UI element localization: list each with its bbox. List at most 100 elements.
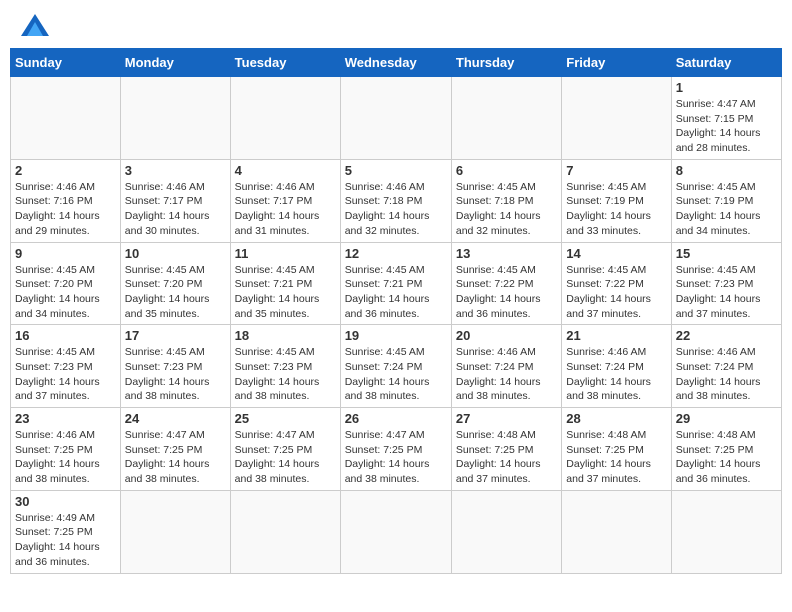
day-number: 24: [125, 411, 226, 426]
calendar-cell: [230, 77, 340, 160]
week-row-4: 16 Sunrise: 4:45 AM Sunset: 7:23 PM Dayli…: [11, 325, 782, 408]
week-row-3: 9Sunrise: 4:45 AM Sunset: 7:20 PM Daylig…: [11, 242, 782, 325]
page: SundayMondayTuesdayWednesdayThursdayFrid…: [0, 0, 792, 584]
day-number: 28: [566, 411, 666, 426]
day-number: 22: [676, 328, 777, 343]
calendar-cell: 24 Sunrise: 4:47 AM Sunset: 7:25 PM Dayli…: [120, 408, 230, 491]
day-number: 4: [235, 163, 336, 178]
calendar-cell: 13 Sunrise: 4:45 AM Sunset: 7:22 PM Dayli…: [451, 242, 561, 325]
day-info: Sunrise: 4:45 AM Sunset: 7:23 PM Dayligh…: [235, 345, 336, 404]
day-info: Sunrise: 4:49 AM Sunset: 7:25 PM Dayligh…: [15, 511, 116, 570]
calendar-cell: 22 Sunrise: 4:46 AM Sunset: 7:24 PM Dayli…: [671, 325, 781, 408]
day-number: 2: [15, 163, 116, 178]
day-number: 23: [15, 411, 116, 426]
day-info: Sunrise: 4:46 AM Sunset: 7:24 PM Dayligh…: [566, 345, 666, 404]
day-number: 25: [235, 411, 336, 426]
weekday-sunday: Sunday: [11, 49, 121, 77]
day-number: 18: [235, 328, 336, 343]
calendar-cell: 17Sunrise: 4:45 AM Sunset: 7:23 PM Dayli…: [120, 325, 230, 408]
day-info: Sunrise: 4:46 AM Sunset: 7:16 PM Dayligh…: [15, 180, 116, 239]
weekday-saturday: Saturday: [671, 49, 781, 77]
calendar-cell: 28Sunrise: 4:48 AM Sunset: 7:25 PM Dayli…: [562, 408, 671, 491]
day-info: Sunrise: 4:46 AM Sunset: 7:17 PM Dayligh…: [235, 180, 336, 239]
day-info: Sunrise: 4:46 AM Sunset: 7:25 PM Dayligh…: [15, 428, 116, 487]
week-row-5: 23 Sunrise: 4:46 AM Sunset: 7:25 PM Dayli…: [11, 408, 782, 491]
calendar-cell: 10 Sunrise: 4:45 AM Sunset: 7:20 PM Dayli…: [120, 242, 230, 325]
calendar-cell: 16 Sunrise: 4:45 AM Sunset: 7:23 PM Dayli…: [11, 325, 121, 408]
day-number: 20: [456, 328, 557, 343]
calendar-cell: 27 Sunrise: 4:48 AM Sunset: 7:25 PM Dayli…: [451, 408, 561, 491]
day-number: 11: [235, 246, 336, 261]
calendar-cell: 30 Sunrise: 4:49 AM Sunset: 7:25 PM Dayli…: [11, 490, 121, 573]
day-info: Sunrise: 4:48 AM Sunset: 7:25 PM Dayligh…: [676, 428, 777, 487]
week-row-1: 1 Sunrise: 4:47 AM Sunset: 7:15 PM Daylig…: [11, 77, 782, 160]
week-row-6: 30 Sunrise: 4:49 AM Sunset: 7:25 PM Dayli…: [11, 490, 782, 573]
day-number: 26: [345, 411, 447, 426]
day-info: Sunrise: 4:45 AM Sunset: 7:18 PM Dayligh…: [456, 180, 557, 239]
day-number: 5: [345, 163, 447, 178]
calendar-cell: [340, 77, 451, 160]
day-number: 27: [456, 411, 557, 426]
calendar-cell: 14Sunrise: 4:45 AM Sunset: 7:22 PM Dayli…: [562, 242, 671, 325]
day-info: Sunrise: 4:47 AM Sunset: 7:25 PM Dayligh…: [345, 428, 447, 487]
day-info: Sunrise: 4:47 AM Sunset: 7:15 PM Dayligh…: [676, 97, 777, 156]
calendar-cell: 8Sunrise: 4:45 AM Sunset: 7:19 PM Daylig…: [671, 159, 781, 242]
week-row-2: 2 Sunrise: 4:46 AM Sunset: 7:16 PM Daylig…: [11, 159, 782, 242]
day-number: 6: [456, 163, 557, 178]
day-info: Sunrise: 4:45 AM Sunset: 7:21 PM Dayligh…: [235, 263, 336, 322]
day-number: 19: [345, 328, 447, 343]
calendar-cell: 6 Sunrise: 4:45 AM Sunset: 7:18 PM Daylig…: [451, 159, 561, 242]
day-info: Sunrise: 4:46 AM Sunset: 7:24 PM Dayligh…: [676, 345, 777, 404]
calendar-table: SundayMondayTuesdayWednesdayThursdayFrid…: [10, 48, 782, 574]
day-number: 30: [15, 494, 116, 509]
day-info: Sunrise: 4:47 AM Sunset: 7:25 PM Dayligh…: [125, 428, 226, 487]
calendar-cell: 19Sunrise: 4:45 AM Sunset: 7:24 PM Dayli…: [340, 325, 451, 408]
day-number: 7: [566, 163, 666, 178]
weekday-wednesday: Wednesday: [340, 49, 451, 77]
calendar-cell: 3Sunrise: 4:46 AM Sunset: 7:17 PM Daylig…: [120, 159, 230, 242]
calendar-cell: 7Sunrise: 4:45 AM Sunset: 7:19 PM Daylig…: [562, 159, 671, 242]
calendar-cell: [451, 77, 561, 160]
day-info: Sunrise: 4:45 AM Sunset: 7:23 PM Dayligh…: [15, 345, 116, 404]
day-number: 29: [676, 411, 777, 426]
day-number: 8: [676, 163, 777, 178]
calendar-cell: 26 Sunrise: 4:47 AM Sunset: 7:25 PM Dayli…: [340, 408, 451, 491]
weekday-monday: Monday: [120, 49, 230, 77]
calendar-cell: 23 Sunrise: 4:46 AM Sunset: 7:25 PM Dayli…: [11, 408, 121, 491]
calendar-cell: 20 Sunrise: 4:46 AM Sunset: 7:24 PM Dayli…: [451, 325, 561, 408]
calendar-cell: 5 Sunrise: 4:46 AM Sunset: 7:18 PM Daylig…: [340, 159, 451, 242]
day-info: Sunrise: 4:46 AM Sunset: 7:24 PM Dayligh…: [456, 345, 557, 404]
day-info: Sunrise: 4:46 AM Sunset: 7:18 PM Dayligh…: [345, 180, 447, 239]
day-number: 13: [456, 246, 557, 261]
day-info: Sunrise: 4:48 AM Sunset: 7:25 PM Dayligh…: [456, 428, 557, 487]
weekday-tuesday: Tuesday: [230, 49, 340, 77]
logo: [18, 14, 49, 36]
weekday-header-row: SundayMondayTuesdayWednesdayThursdayFrid…: [11, 49, 782, 77]
calendar-cell: 11 Sunrise: 4:45 AM Sunset: 7:21 PM Dayli…: [230, 242, 340, 325]
day-info: Sunrise: 4:46 AM Sunset: 7:17 PM Dayligh…: [125, 180, 226, 239]
calendar-cell: [562, 490, 671, 573]
calendar-cell: [340, 490, 451, 573]
calendar-cell: 2 Sunrise: 4:46 AM Sunset: 7:16 PM Daylig…: [11, 159, 121, 242]
calendar-cell: 4 Sunrise: 4:46 AM Sunset: 7:17 PM Daylig…: [230, 159, 340, 242]
calendar-cell: [120, 77, 230, 160]
calendar-cell: [230, 490, 340, 573]
day-number: 10: [125, 246, 226, 261]
day-number: 16: [15, 328, 116, 343]
calendar-cell: 29 Sunrise: 4:48 AM Sunset: 7:25 PM Dayli…: [671, 408, 781, 491]
calendar-cell: 1 Sunrise: 4:47 AM Sunset: 7:15 PM Daylig…: [671, 77, 781, 160]
day-number: 1: [676, 80, 777, 95]
calendar-cell: [562, 77, 671, 160]
day-info: Sunrise: 4:45 AM Sunset: 7:22 PM Dayligh…: [456, 263, 557, 322]
day-info: Sunrise: 4:45 AM Sunset: 7:23 PM Dayligh…: [676, 263, 777, 322]
calendar-cell: 21Sunrise: 4:46 AM Sunset: 7:24 PM Dayli…: [562, 325, 671, 408]
calendar-cell: 25Sunrise: 4:47 AM Sunset: 7:25 PM Dayli…: [230, 408, 340, 491]
day-info: Sunrise: 4:45 AM Sunset: 7:20 PM Dayligh…: [15, 263, 116, 322]
calendar-cell: [451, 490, 561, 573]
header: [10, 10, 782, 40]
calendar-cell: 18 Sunrise: 4:45 AM Sunset: 7:23 PM Dayli…: [230, 325, 340, 408]
calendar-cell: 15Sunrise: 4:45 AM Sunset: 7:23 PM Dayli…: [671, 242, 781, 325]
day-number: 14: [566, 246, 666, 261]
day-info: Sunrise: 4:45 AM Sunset: 7:20 PM Dayligh…: [125, 263, 226, 322]
day-info: Sunrise: 4:45 AM Sunset: 7:23 PM Dayligh…: [125, 345, 226, 404]
